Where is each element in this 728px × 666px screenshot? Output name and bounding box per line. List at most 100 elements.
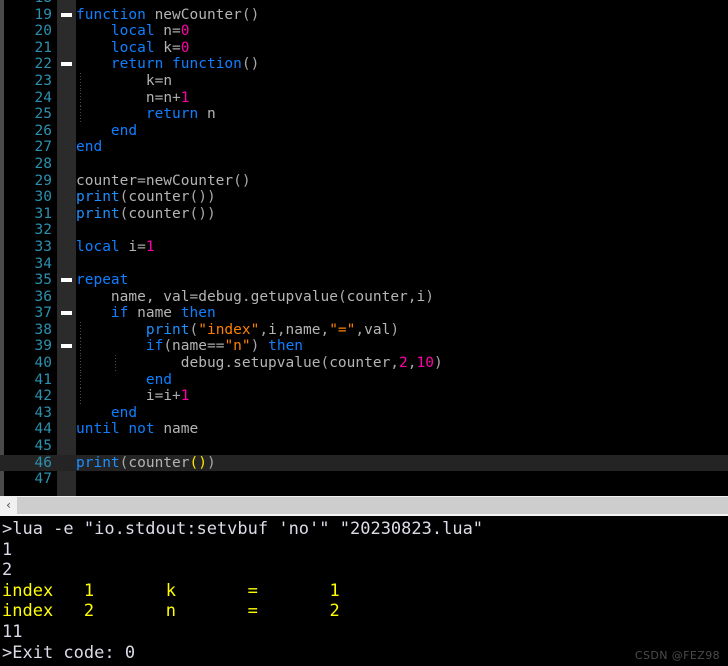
code-token: = [189, 288, 199, 305]
line-number: 22 [34, 56, 52, 73]
code-line[interactable]: 29 counter=newCounter() [0, 173, 728, 190]
code-line[interactable]: 38 print("index",i,name,"=",val) [0, 321, 728, 339]
code-token: print [145, 321, 190, 338]
code-token: i [163, 388, 173, 405]
line-number: 36 [34, 288, 52, 305]
code-token: n [163, 72, 173, 89]
fold-collapse-icon[interactable] [61, 344, 72, 349]
code-token: , [259, 321, 269, 338]
horizontal-scrollbar[interactable]: ‹ [0, 496, 728, 514]
code-token: . [224, 355, 234, 372]
editor-pane[interactable]: 1819function newCounter()20 local n=021 … [0, 0, 728, 496]
code-token: 1 [145, 238, 155, 255]
console-line: >lua -e "io.stdout:setvbuf 'no'" "202308… [2, 519, 484, 539]
code-text: if(name=="n") then [76, 338, 303, 355]
code-token: debug [76, 355, 225, 372]
code-line[interactable]: 45 [0, 438, 728, 455]
code-token: = [137, 238, 146, 255]
line-number: 41 [34, 371, 52, 388]
console-line: >Exit code: 0 [2, 642, 136, 663]
output-console[interactable]: >lua -e "io.stdout:setvbuf 'no'" "202308… [0, 516, 728, 666]
code-line[interactable]: 41 end [0, 371, 728, 389]
code-token: counter [128, 454, 190, 471]
code-text: name, val=debug.getupvalue(counter,i) [76, 289, 434, 306]
code-line[interactable]: 24 n=n+1 [0, 89, 728, 107]
code-token: , [407, 355, 417, 372]
code-line[interactable]: 25 return n [0, 106, 728, 123]
code-line[interactable]: 20 local n=0 [0, 23, 728, 40]
fold-collapse-icon[interactable] [61, 311, 72, 316]
code-text: k=n [76, 73, 172, 90]
code-line[interactable]: 37 if name then [0, 305, 728, 322]
code-token: debug [198, 288, 242, 305]
code-line[interactable]: 44 until not name [0, 421, 728, 438]
code-line[interactable]: 27 end [0, 139, 728, 156]
code-text: until not name [76, 421, 198, 438]
fold-collapse-icon[interactable] [61, 278, 72, 283]
code-token: ( [337, 288, 347, 305]
code-line[interactable]: 42 i=i+1 [0, 388, 728, 405]
code-token: name, val [76, 288, 190, 305]
code-line[interactable]: 47 [0, 471, 728, 488]
scrollbar-track[interactable] [17, 497, 728, 514]
line-number: 43 [34, 404, 52, 421]
fold-collapse-icon[interactable] [61, 62, 72, 67]
code-token: ( [189, 321, 199, 338]
code-line-partial: 18 [0, 0, 728, 7]
code-line[interactable]: 34 [0, 256, 728, 273]
line-number: 47 [34, 471, 52, 488]
code-text: print(counter()) [76, 206, 216, 223]
code-lines-container[interactable]: 1819function newCounter()20 local n=021 … [0, 0, 728, 496]
code-token: ) [250, 6, 260, 23]
line-number: 28 [34, 155, 52, 172]
code-token: = [172, 23, 181, 40]
code-line[interactable]: 46 print(counter()) [0, 454, 728, 472]
code-token: ( [320, 355, 330, 372]
code-line[interactable]: 22 return function() [0, 56, 728, 73]
code-token: local [110, 23, 155, 40]
code-token: , [407, 288, 417, 305]
code-line[interactable]: 28 [0, 156, 728, 173]
code-line[interactable]: 39 if(name=="n") then [0, 338, 728, 356]
code-line[interactable]: 40 debug.setupvalue(counter,2,10) [0, 355, 728, 372]
code-line[interactable]: 36 name, val=debug.getupvalue(counter,i) [0, 289, 728, 306]
code-token: until [76, 421, 120, 438]
code-line[interactable]: 21 local k=0 [0, 40, 728, 57]
code-token: local [76, 238, 120, 255]
code-token: ( [241, 56, 251, 73]
code-line[interactable]: 30 print(counter()) [0, 189, 728, 206]
code-line[interactable]: 23 k=n [0, 72, 728, 90]
line-number: 35 [34, 272, 52, 289]
code-line[interactable]: 19 function newCounter() [0, 7, 728, 24]
code-line[interactable]: 32 [0, 222, 728, 239]
watermark-label: CSDN @FEZ98 [634, 649, 720, 662]
console-line: index 1 k = 1 [2, 580, 340, 601]
code-line[interactable]: 35 repeat [0, 272, 728, 289]
line-number: 27 [34, 139, 52, 156]
code-line[interactable]: 33 local i=1 [0, 239, 728, 256]
code-line[interactable]: 26 end [0, 123, 728, 140]
code-token: ) [206, 189, 216, 206]
code-token: = [154, 89, 164, 106]
fold-collapse-icon[interactable] [61, 12, 72, 17]
line-number: 46 [34, 454, 52, 471]
code-line[interactable]: 43 end [0, 405, 728, 422]
code-token: setupvalue [233, 355, 321, 372]
code-token: ) [206, 454, 216, 471]
line-number: 37 [34, 305, 52, 322]
code-token: val [364, 321, 391, 338]
line-number: 24 [34, 89, 52, 106]
line-number: 30 [34, 189, 52, 206]
code-token: i [119, 238, 138, 255]
scroll-left-arrow-icon[interactable]: ‹ [0, 497, 17, 514]
code-token: == [206, 338, 225, 355]
code-text: local i=1 [76, 239, 155, 256]
code-token: () [189, 205, 207, 222]
code-line[interactable]: 31 print(counter()) [0, 206, 728, 223]
code-text: end [76, 139, 102, 156]
code-token: counter [128, 205, 190, 222]
